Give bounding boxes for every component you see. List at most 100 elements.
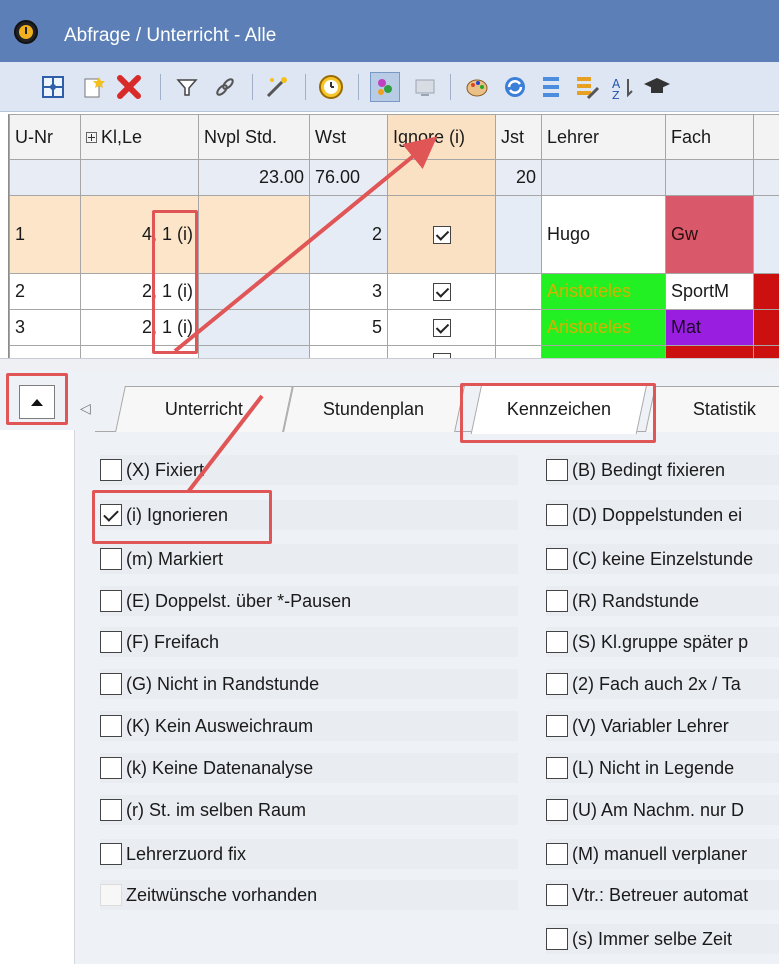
table-row[interactable]: 2 2, 1 (i) 3 Aristoteles SportM xyxy=(9,273,779,310)
checkbox[interactable] xyxy=(100,673,122,695)
checkbox[interactable] xyxy=(100,757,122,779)
cell-nvpl[interactable] xyxy=(198,309,310,346)
option-keine-datenanalyse[interactable]: (k) Keine Datenanalyse xyxy=(100,753,518,783)
option-doppelstunden[interactable]: (D) Doppelstunden ei xyxy=(546,500,779,530)
checkbox[interactable] xyxy=(100,715,122,737)
cell-lehrer[interactable]: Hugo xyxy=(541,195,666,274)
checkbox[interactable] xyxy=(100,843,122,865)
checkbox[interactable] xyxy=(100,459,122,481)
sort-icon[interactable]: AZ xyxy=(608,72,638,102)
list-edit-icon[interactable] xyxy=(572,72,602,102)
cell-wst[interactable]: 2 xyxy=(309,195,388,274)
cell-fach[interactable]: Gw xyxy=(665,195,754,274)
checkbox[interactable] xyxy=(100,631,122,653)
cell-ignore[interactable] xyxy=(387,195,496,274)
new-icon[interactable] xyxy=(78,72,108,102)
option-nachm[interactable]: (U) Am Nachm. nur D xyxy=(546,795,779,825)
tab-unterricht[interactable]: Unterricht xyxy=(115,386,293,432)
col-header-wst[interactable]: Wst xyxy=(309,114,388,160)
checkbox[interactable] xyxy=(546,799,568,821)
col-header-unr[interactable]: U-Nr xyxy=(9,114,81,160)
tab-kennzeichen[interactable]: Kennzeichen xyxy=(470,384,648,434)
checkbox[interactable] xyxy=(546,459,568,481)
option-manuell-verplanen[interactable]: (M) manuell verplaner xyxy=(546,839,779,869)
checkbox[interactable] xyxy=(100,548,122,570)
cell-fach[interactable]: SportM xyxy=(665,273,754,310)
cell-nvpl[interactable] xyxy=(198,195,310,274)
option-freifach[interactable]: (F) Freifach xyxy=(100,627,518,657)
cell-fach[interactable]: Mat xyxy=(665,309,754,346)
table-row[interactable] xyxy=(9,345,779,358)
cell-lehrer[interactable]: Aristoteles xyxy=(541,309,666,346)
sync-icon[interactable] xyxy=(500,72,530,102)
cell-wst[interactable]: 3 xyxy=(309,273,388,310)
option-keine-einzelstunde[interactable]: (C) keine Einzelstunde xyxy=(546,544,779,574)
clock-icon[interactable] xyxy=(316,72,346,102)
splitter[interactable] xyxy=(0,358,779,370)
cell-ignore[interactable] xyxy=(387,273,496,310)
checkbox[interactable] xyxy=(100,799,122,821)
table-row[interactable]: 3 2, 1 (i) 5 Aristoteles Mat xyxy=(9,309,779,346)
ignore-checkbox[interactable] xyxy=(432,283,451,302)
tab-statistik[interactable]: Statistik xyxy=(645,386,779,432)
expand-icon[interactable] xyxy=(86,132,97,144)
option-bedingt-fixieren[interactable]: (B) Bedingt fixieren xyxy=(546,455,779,485)
checkbox[interactable] xyxy=(546,673,568,695)
checkbox[interactable] xyxy=(546,715,568,737)
collapse-panel-button[interactable] xyxy=(9,377,65,427)
cell-klle[interactable]: 4, 1 (i) xyxy=(80,195,199,274)
cell-klle[interactable]: 2, 1 (i) xyxy=(80,273,199,310)
checkbox[interactable] xyxy=(546,928,568,950)
table-row[interactable]: 1 4, 1 (i) 2 Hugo Gw xyxy=(9,195,779,274)
option-fach-2x[interactable]: (2) Fach auch 2x / Ta xyxy=(546,669,779,699)
cell-unr[interactable]: 1 xyxy=(9,195,81,274)
cell-unr[interactable]: 3 xyxy=(9,309,81,346)
col-header-klle[interactable]: Kl,Le xyxy=(80,114,199,160)
cell-jst[interactable] xyxy=(495,273,542,310)
cell-jst[interactable] xyxy=(495,309,542,346)
checkbox[interactable] xyxy=(546,884,568,906)
cell-jst[interactable] xyxy=(495,195,542,274)
delete-icon[interactable] xyxy=(114,72,144,102)
option-selbe-zeit[interactable]: (s) Immer selbe Zeit xyxy=(546,924,779,954)
col-header-lehrer[interactable]: Lehrer xyxy=(541,114,666,160)
link-icon[interactable] xyxy=(210,72,240,102)
checkbox[interactable] xyxy=(546,548,568,570)
tab-stundenplan[interactable]: Stundenplan xyxy=(283,386,465,432)
col-header-ignore[interactable]: Ignore (i) xyxy=(387,114,496,160)
checkbox[interactable] xyxy=(100,590,122,612)
cell-nvpl[interactable] xyxy=(198,273,310,310)
option-ignorieren[interactable]: (i) Ignorieren xyxy=(100,500,518,530)
option-variabler-lehrer[interactable]: (V) Variabler Lehrer xyxy=(546,711,779,741)
option-randstunde[interactable]: (R) Randstunde xyxy=(546,586,779,616)
checkbox[interactable] xyxy=(546,631,568,653)
option-betreuer[interactable]: Vtr.: Betreuer automat xyxy=(546,880,779,910)
people-icon[interactable] xyxy=(370,72,400,102)
option-kein-ausweichraum[interactable]: (K) Kein Ausweichraum xyxy=(100,711,518,741)
cell-lehrer[interactable]: Aristoteles xyxy=(541,273,666,310)
cell-ignore[interactable] xyxy=(387,309,496,346)
option-selben-raum[interactable]: (r) St. im selben Raum xyxy=(100,795,518,825)
screen-icon[interactable] xyxy=(410,72,440,102)
option-lehrerzuord-fix[interactable]: Lehrerzuord fix xyxy=(100,839,518,869)
cell-klle[interactable]: 2, 1 (i) xyxy=(80,309,199,346)
wand-icon[interactable] xyxy=(262,72,292,102)
checkbox[interactable] xyxy=(546,590,568,612)
checkbox[interactable] xyxy=(546,843,568,865)
palette-icon[interactable] xyxy=(462,72,492,102)
checkbox[interactable] xyxy=(546,504,568,526)
checkbox[interactable] xyxy=(100,504,122,526)
option-doppelst-pausen[interactable]: (E) Doppelst. über *-Pausen xyxy=(100,586,518,616)
col-header-nvpl[interactable]: Nvpl Std. xyxy=(198,114,310,160)
tab-scroll-left-icon[interactable]: ◁ xyxy=(80,400,91,417)
checkbox[interactable] xyxy=(546,757,568,779)
filter-icon[interactable] xyxy=(172,72,202,102)
option-markiert[interactable]: (m) Markiert xyxy=(100,544,518,574)
ignore-checkbox[interactable] xyxy=(432,226,451,245)
ignore-checkbox[interactable] xyxy=(432,319,451,338)
grid-icon[interactable] xyxy=(38,72,68,102)
col-header-fach[interactable]: Fach xyxy=(665,114,754,160)
col-header-jst[interactable]: Jst xyxy=(495,114,542,160)
option-nicht-randstunde[interactable]: (G) Nicht in Randstunde xyxy=(100,669,518,699)
graduation-icon[interactable] xyxy=(642,72,672,102)
